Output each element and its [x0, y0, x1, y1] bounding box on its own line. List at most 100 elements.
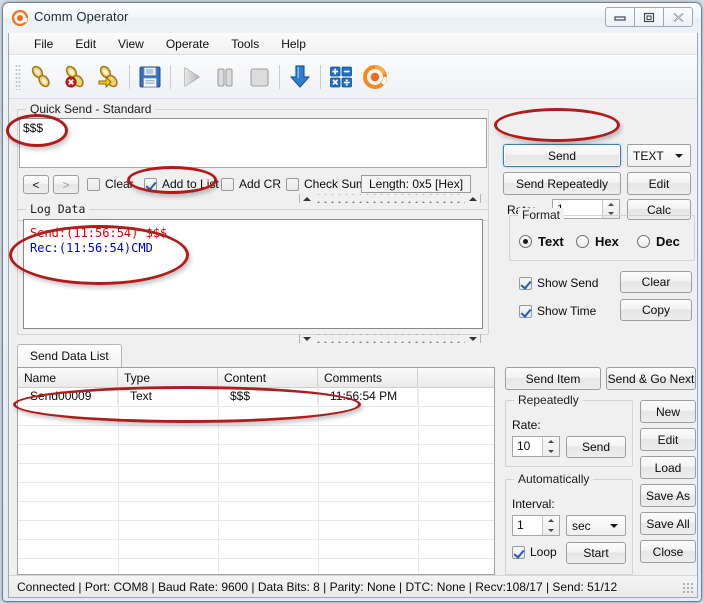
format-group-title: Format [518, 208, 565, 222]
send-and-go-next-button[interactable]: Send & Go Next [606, 367, 696, 390]
check-sum-checkbox[interactable]: Check Sum [286, 177, 366, 191]
loop-checkbox-label: Loop [530, 545, 557, 559]
download-arrow-icon[interactable] [283, 59, 317, 95]
send-data-grid[interactable]: Name Type Content Comments Send00009 Tex… [17, 367, 495, 575]
table-row-empty[interactable] [18, 558, 494, 574]
rate-spinner-up[interactable] [603, 200, 619, 209]
add-to-list-checkbox-box [144, 177, 157, 191]
clear-checkbox-label: Clear [105, 177, 134, 191]
add-cr-checkbox[interactable]: Add CR [221, 177, 281, 191]
load-button[interactable]: Load [640, 456, 696, 479]
clear-checkbox[interactable]: Clear [87, 177, 134, 191]
new-button[interactable]: New [640, 400, 696, 423]
repeat-rate-spinner[interactable]: 10 [512, 436, 560, 457]
menu-item-tools[interactable]: Tools [220, 35, 270, 53]
interval-unit-value: sec [572, 518, 591, 533]
toolbar-separator [129, 64, 130, 89]
radio-dot-icon [637, 235, 650, 248]
close-icon[interactable] [663, 7, 693, 27]
next-item-button[interactable]: > [53, 175, 79, 194]
column-header-content[interactable]: Content [218, 368, 318, 387]
format-radio-hex[interactable]: Hex [576, 234, 619, 249]
loop-checkbox-box [512, 545, 525, 559]
interval-spinner-down[interactable] [543, 526, 559, 536]
menu-item-edit[interactable]: Edit [64, 35, 107, 53]
column-header-name[interactable]: Name [18, 368, 118, 387]
repeat-rate-spinner-up[interactable] [543, 437, 559, 447]
add-to-list-checkbox[interactable]: Add to List [144, 177, 219, 191]
edit-button[interactable]: Edit [627, 172, 691, 195]
calculator-icon[interactable] [324, 59, 358, 95]
interval-label: Interval: [512, 497, 555, 511]
table-row-empty[interactable] [18, 520, 494, 540]
table-row-empty[interactable] [18, 425, 494, 445]
repeat-send-button[interactable]: Send [566, 436, 626, 458]
table-row-empty[interactable] [18, 406, 494, 426]
log-line-rec: Rec:(11:56:54)CMD [30, 241, 153, 255]
table-row[interactable]: Send00009 Text $$$ 11:56:54 PM [18, 387, 494, 407]
format-radio-text[interactable]: Text [519, 234, 564, 249]
format-radio-dec[interactable]: Dec [637, 234, 680, 249]
menu-item-operate[interactable]: Operate [155, 35, 220, 53]
column-header-type[interactable]: Type [118, 368, 218, 387]
comm-operator-logo-icon[interactable] [358, 59, 392, 95]
application-window: Comm Operator File Edit View Operate Too… [2, 2, 702, 602]
column-header-comments[interactable]: Comments [318, 368, 418, 387]
menu-item-help[interactable]: Help [270, 35, 317, 53]
toolbar-grip[interactable] [15, 63, 21, 90]
play-icon[interactable] [174, 59, 208, 95]
show-time-checkbox[interactable]: Show Time [519, 304, 596, 318]
log-copy-button[interactable]: Copy [620, 299, 692, 321]
repeat-rate-spinner-down[interactable] [543, 447, 559, 457]
splitter-grip[interactable] [315, 334, 465, 343]
log-clear-button[interactable]: Clear [620, 271, 692, 293]
radio-dot-icon [576, 235, 589, 248]
splitter-up-triangle-icon[interactable] [469, 196, 477, 201]
start-button[interactable]: Start [566, 542, 626, 564]
resize-grip-icon[interactable] [682, 582, 694, 594]
show-time-checkbox-box [519, 304, 532, 318]
close-button[interactable]: Close [640, 540, 696, 563]
connect-icon[interactable] [24, 59, 58, 95]
table-row-empty[interactable] [18, 539, 494, 559]
maximize-icon[interactable] [634, 7, 664, 27]
interval-spinner-buttons[interactable] [542, 516, 559, 535]
log-data-group-title: Log Data [26, 202, 90, 216]
prev-item-button[interactable]: < [23, 175, 49, 194]
menu-item-file[interactable]: File [23, 35, 64, 53]
splitter-down-triangle-icon[interactable] [303, 336, 311, 341]
quick-send-input[interactable]: $$$ [19, 118, 487, 168]
table-row-empty[interactable] [18, 482, 494, 502]
splitter-lower[interactable] [285, 333, 495, 344]
reconnect-icon[interactable] [92, 59, 126, 95]
show-send-checkbox[interactable]: Show Send [519, 276, 598, 290]
interval-spinner-up[interactable] [543, 516, 559, 526]
splitter-upper[interactable] [285, 193, 495, 204]
splitter-grip[interactable] [315, 194, 465, 203]
interval-spinner[interactable]: 1 [512, 515, 560, 536]
send-format-combo[interactable]: TEXT [627, 144, 691, 167]
menu-item-view[interactable]: View [107, 35, 155, 53]
table-row-empty[interactable] [18, 501, 494, 521]
stop-icon[interactable] [242, 59, 276, 95]
splitter-down-triangle-icon[interactable] [469, 336, 477, 341]
loop-checkbox[interactable]: Loop [512, 545, 557, 559]
send-button[interactable]: Send [503, 144, 621, 167]
table-row-empty[interactable] [18, 463, 494, 483]
pause-icon[interactable] [208, 59, 242, 95]
edit-item-button[interactable]: Edit [640, 428, 696, 451]
disconnect-icon[interactable] [58, 59, 92, 95]
splitter-up-triangle-icon[interactable] [303, 196, 311, 201]
minimize-icon[interactable] [605, 7, 635, 27]
table-row-empty[interactable] [18, 444, 494, 464]
save-all-button[interactable]: Save All [640, 512, 696, 535]
cell-content: $$$ [218, 387, 318, 405]
repeat-rate-spinner-buttons[interactable] [542, 437, 559, 456]
save-as-button[interactable]: Save As [640, 484, 696, 507]
log-output[interactable]: Send:(11:56:54) $$$ Rec:(11:56:54)CMD [23, 219, 483, 329]
show-time-checkbox-label: Show Time [537, 304, 597, 318]
send-item-button[interactable]: Send Item [505, 367, 601, 390]
send-repeatedly-button[interactable]: Send Repeatedly [503, 172, 621, 195]
interval-unit-combo[interactable]: sec [566, 515, 626, 536]
save-icon[interactable] [133, 59, 167, 95]
